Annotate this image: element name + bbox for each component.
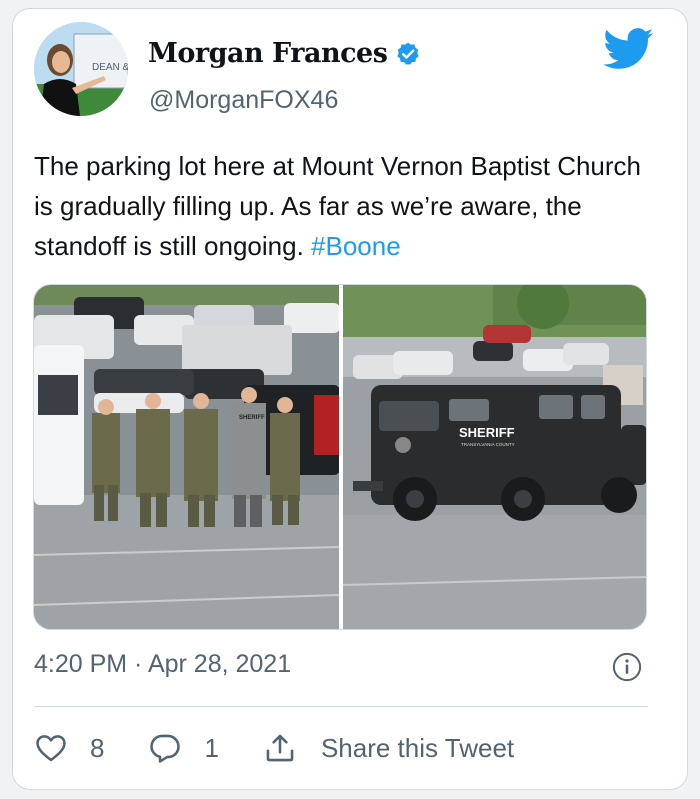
hashtag-link[interactable]: #Boone [311, 231, 401, 261]
share-tweet-button[interactable]: Share this Tweet [263, 731, 514, 765]
heart-icon [36, 735, 66, 762]
share-label: Share this Tweet [320, 732, 515, 763]
twitter-bird-icon[interactable] [604, 28, 654, 70]
info-icon[interactable] [612, 652, 642, 682]
avatar[interactable]: DEAN & [34, 22, 128, 116]
armored-vehicle-photo: SHERIFF TRANSYLVANIA COUNTY [343, 285, 646, 629]
vehicle-sheriff-text: SHERIFF [459, 425, 515, 440]
tweet-text: The parking lot here at Mount Vernon Bap… [34, 146, 644, 266]
tweet-timestamp[interactable]: 4:20 PM · Apr 28, 2021 [34, 650, 291, 679]
like-button[interactable]: 8 [34, 731, 104, 765]
media-photo-left[interactable]: SHERIFF [34, 285, 339, 629]
display-name-text: Morgan Frances [148, 38, 388, 69]
tweet-media[interactable]: SHERIFF SHERIFF TRANSYLVANIA COUNTY [33, 284, 647, 630]
reply-button[interactable]: 1 [148, 731, 219, 765]
author-display-name[interactable]: Morgan Frances [148, 38, 421, 69]
tweet-actions: 8 1 Share this Tweet [34, 728, 514, 768]
vest-text: SHERIFF [239, 415, 265, 421]
verified-badge-icon [397, 42, 420, 65]
author-handle[interactable]: @MorganFOX46 [149, 86, 338, 115]
vehicle-county-text: TRANSYLVANIA COUNTY [461, 442, 515, 447]
media-photo-right[interactable]: SHERIFF TRANSYLVANIA COUNTY [343, 285, 646, 629]
like-count: 8 [90, 732, 105, 763]
avatar-sign-text: DEAN & [92, 62, 128, 73]
reply-icon [150, 734, 181, 763]
officers-photo: SHERIFF [34, 285, 339, 629]
reply-count: 1 [204, 732, 219, 763]
avatar-image: DEAN & [34, 22, 128, 116]
share-icon [266, 734, 294, 762]
divider [34, 706, 648, 707]
